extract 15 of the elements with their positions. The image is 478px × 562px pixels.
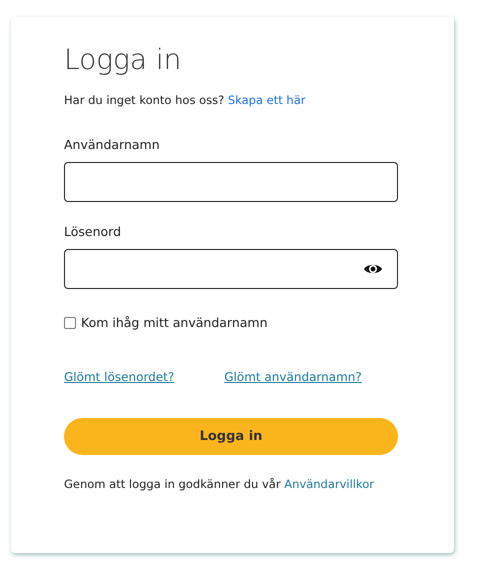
login-button[interactable]: Logga in — [64, 418, 398, 455]
field-label: Användarnamn — [64, 137, 160, 152]
username-field[interactable] — [64, 162, 398, 202]
remember-checkbox[interactable] — [64, 316, 76, 328]
eye-icon[interactable] — [363, 262, 383, 276]
checkbox-label: Kom ihåg mitt användarnamn — [81, 315, 268, 330]
forgot-link[interactable]: Glömt lösenordet? — [64, 370, 174, 384]
terms-text: Genom att logga in godkänner du vår Användarvillkor — [64, 477, 376, 491]
page-title: Logga in — [64, 42, 182, 78]
signup-prompt: Har du inget konto hos oss? Skapa ett här — [64, 93, 306, 107]
password-field[interactable] — [64, 249, 398, 289]
terms-link[interactable]: Användarvillkor — [284, 477, 374, 491]
field-label: Lösenord — [64, 224, 122, 239]
forgot-link[interactable]: Glömt användarnamn? — [224, 370, 362, 384]
signup-link[interactable]: Skapa ett här — [228, 93, 306, 107]
